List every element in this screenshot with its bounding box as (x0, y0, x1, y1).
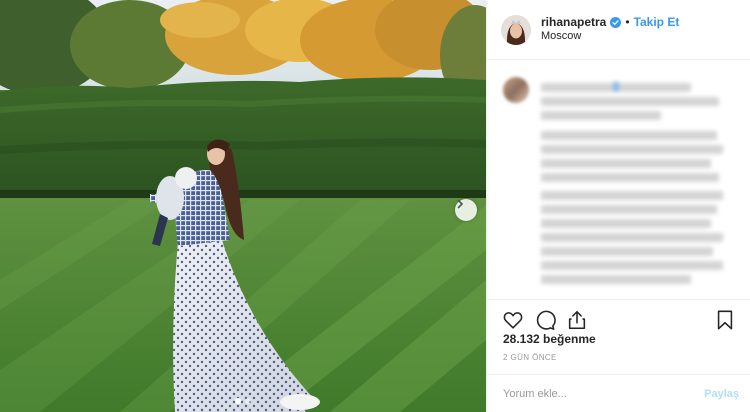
comment-form: Paylaş (487, 374, 750, 412)
post-comment-button[interactable]: Paylaş (704, 388, 739, 400)
blurred-text-line (541, 145, 723, 154)
share-icon (568, 310, 586, 329)
carousel-dot-active (235, 398, 241, 404)
comment-bubble-icon (536, 310, 556, 330)
photo-scene (0, 0, 486, 412)
blurred-text-line (541, 173, 719, 182)
blurred-text-line (541, 233, 723, 242)
follow-button[interactable]: Takip Et (634, 15, 680, 30)
blurred-text-line (541, 275, 691, 284)
blurred-text-line (541, 261, 723, 270)
avatar-image (501, 14, 531, 45)
comment-button[interactable] (531, 306, 559, 334)
post-header-text: rihanapetra • Takip Et Moscow (541, 15, 679, 44)
share-button[interactable] (563, 306, 591, 334)
carousel-next-button[interactable] (455, 199, 477, 221)
like-button[interactable] (499, 306, 527, 334)
bookmark-icon (717, 310, 733, 329)
username-link[interactable]: rihanapetra (541, 15, 606, 30)
post-photo[interactable] (0, 0, 486, 412)
instagram-post: rihanapetra • Takip Et Moscow 28.132 beğ… (0, 0, 750, 412)
user-avatar[interactable] (501, 14, 531, 45)
caption-and-comments (487, 61, 750, 299)
commenter-avatar (503, 77, 529, 103)
carousel-dot (245, 398, 251, 404)
comment-input[interactable] (503, 387, 705, 400)
username-row: rihanapetra • Takip Et (541, 15, 679, 30)
blurred-text-line (541, 247, 713, 256)
blurred-text-line (541, 205, 717, 214)
chevron-right-icon (457, 199, 464, 209)
post-side-panel: rihanapetra • Takip Et Moscow 28.132 beğ… (486, 0, 750, 412)
heart-icon (503, 311, 523, 329)
carousel-indicator (0, 398, 486, 404)
location-link[interactable]: Moscow (541, 30, 679, 44)
save-button[interactable] (711, 306, 739, 334)
likes-count[interactable]: 28.132 beğenme (503, 332, 596, 346)
blurred-text-line (541, 191, 723, 200)
separator-dot: • (625, 15, 630, 30)
blurred-text-line (541, 111, 661, 120)
post-date[interactable]: 2 GÜN ÖNCE (503, 353, 557, 362)
verified-badge-icon (610, 17, 622, 29)
post-header: rihanapetra • Takip Et Moscow (487, 0, 750, 60)
blurred-text-line (541, 159, 711, 168)
blurred-text-line (541, 219, 711, 228)
blurred-text-line (541, 97, 719, 106)
blurred-highlight (613, 82, 619, 91)
blurred-text-line (541, 131, 717, 140)
